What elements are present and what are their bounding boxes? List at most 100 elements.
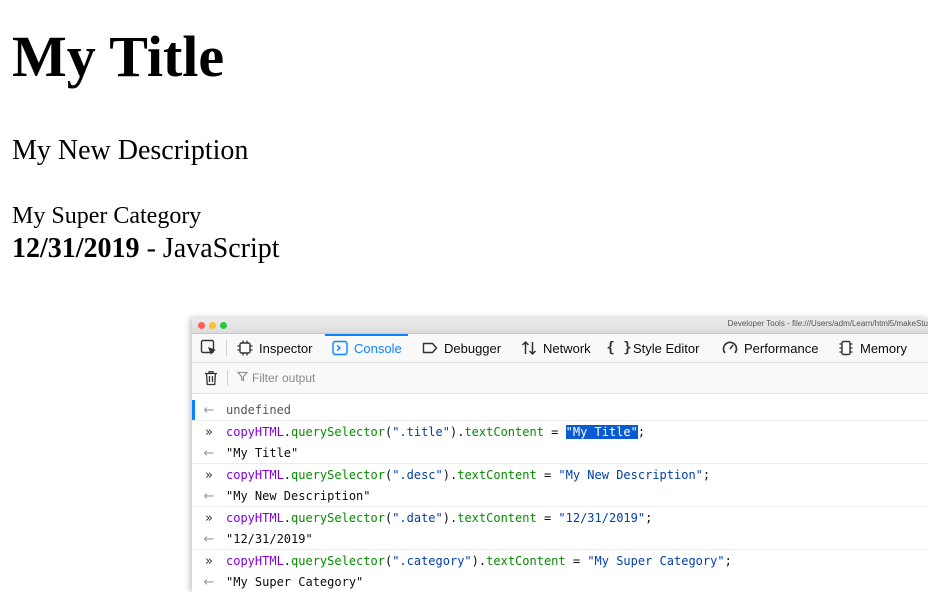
code-punct: ( <box>384 554 393 568</box>
maximize-window-button[interactable] <box>220 322 227 329</box>
window-title: Developer Tools - file:///Users/adm/Lear… <box>727 319 928 328</box>
code-method: querySelector <box>291 554 385 568</box>
code-punct: ) <box>442 468 450 482</box>
console-result-row: ← "My New Description" <box>192 485 928 507</box>
selected-row-marker <box>192 400 195 420</box>
filter-icon <box>236 371 249 385</box>
code-punct: ; <box>645 511 653 525</box>
input-prompt-icon: » <box>205 467 213 483</box>
output-arrow-icon: ← <box>203 488 215 504</box>
code-operator: = <box>536 511 559 525</box>
output-arrow-icon: ← <box>203 445 215 461</box>
code-string: ".title" <box>392 425 450 439</box>
code-string: "My New Description" <box>558 468 703 482</box>
tab-label: Style Editor <box>633 340 700 356</box>
result-value: "My New Description" <box>226 489 371 503</box>
tab-debugger[interactable]: Debugger <box>421 334 501 362</box>
debugger-icon <box>421 340 439 356</box>
console-result-row: ← "My Title" <box>192 442 928 464</box>
inspector-icon <box>236 340 254 356</box>
console-result-row: ← "My Super Category" <box>192 571 928 592</box>
code-punct: . <box>450 468 458 482</box>
console-toolbar <box>192 363 928 394</box>
code-punct: . <box>478 554 487 568</box>
tab-label: Debugger <box>444 340 502 356</box>
code-object: copyHTML <box>226 425 284 439</box>
console-output[interactable]: ← undefined » copyHTML. querySelector(".t… <box>192 394 928 592</box>
code-punct: ; <box>702 468 711 482</box>
tab-memory[interactable]: Memory <box>837 334 907 362</box>
tab-label: Inspector <box>259 340 313 356</box>
tab-console[interactable]: Console <box>325 334 408 362</box>
code-property: textContent <box>457 468 537 482</box>
tab-label: Network <box>543 340 591 356</box>
code-string: ".category" <box>392 554 472 568</box>
tab-style-editor[interactable]: { } Style Editor <box>606 334 700 362</box>
console-icon <box>331 340 349 356</box>
code-punct: ) <box>449 425 458 439</box>
toolbar-separator <box>227 370 228 386</box>
input-prompt-icon: » <box>205 424 213 440</box>
code-punct: . <box>450 511 458 525</box>
console-input-row[interactable]: » copyHTML. querySelector(".title"). textC… <box>192 420 928 443</box>
output-arrow-icon: ← <box>203 574 215 590</box>
output-arrow-icon: ← <box>203 402 215 418</box>
minimize-window-button[interactable] <box>209 322 216 329</box>
code-punct: ( <box>384 468 393 482</box>
code-punct: . <box>283 468 292 482</box>
network-icon <box>520 340 538 356</box>
close-window-button[interactable] <box>198 322 205 329</box>
clear-console-trash-icon[interactable] <box>203 370 219 386</box>
code-method: querySelector <box>291 468 385 482</box>
code-object: copyHTML <box>226 511 284 525</box>
page-topic: JavaScript <box>162 233 280 264</box>
input-prompt-icon: » <box>205 553 213 569</box>
filter-output-input[interactable] <box>252 368 552 388</box>
tab-label: Console <box>354 340 402 356</box>
code-operator: = <box>543 425 566 439</box>
code-punct: ( <box>384 425 393 439</box>
style-editor-icon: { } <box>606 340 632 356</box>
page-description: My New Description <box>12 135 249 166</box>
code-property: textContent <box>464 425 544 439</box>
code-method: querySelector <box>291 511 385 525</box>
console-input-row[interactable]: » copyHTML. querySelector(".category"). te… <box>192 549 928 572</box>
code-string: "12/31/2019" <box>558 511 646 525</box>
result-value: "My Title" <box>226 446 299 460</box>
console-result-row: ← undefined <box>192 399 928 421</box>
console-result-row: ← "12/31/2019" <box>192 528 928 550</box>
code-operator: = <box>565 554 588 568</box>
console-input-row[interactable]: » copyHTML. querySelector(".desc"). textCo… <box>192 463 928 486</box>
performance-icon <box>721 340 739 356</box>
result-value: undefined <box>226 403 292 417</box>
code-punct: ; <box>724 554 732 568</box>
tab-label: Memory <box>860 340 907 356</box>
tab-inspector[interactable]: Inspector <box>236 334 312 362</box>
code-object: copyHTML <box>226 468 284 482</box>
result-value: "12/31/2019" <box>226 532 313 546</box>
tab-performance[interactable]: Performance <box>721 334 818 362</box>
page-dateline: 12/31/2019 - JavaScript <box>12 232 280 266</box>
code-string-selected: "My Title" <box>565 425 638 439</box>
date-separator: - <box>139 233 163 264</box>
memory-icon <box>837 340 855 356</box>
tab-network[interactable]: Network <box>520 334 591 362</box>
result-value: "My Super Category" <box>226 575 364 589</box>
page-date: 12/31/2019 <box>12 233 140 264</box>
code-method: querySelector <box>291 425 385 439</box>
code-string: ".date" <box>392 511 443 525</box>
code-punct: . <box>457 425 465 439</box>
devtools-tabbar: Inspector Console Debugger Network { } S… <box>192 334 928 363</box>
code-object: copyHTML <box>226 554 284 568</box>
window-titlebar: Developer Tools - file:///Users/adm/Lear… <box>192 318 928 334</box>
input-prompt-icon: » <box>205 510 213 526</box>
page-title: My Title <box>12 24 225 89</box>
code-punct: ) <box>471 554 479 568</box>
output-arrow-icon: ← <box>203 531 215 547</box>
tab-separator <box>226 340 227 356</box>
element-picker-icon[interactable] <box>200 339 218 357</box>
code-punct: ) <box>442 511 450 525</box>
console-input-row[interactable]: » copyHTML. querySelector(".date"). textCo… <box>192 506 928 529</box>
code-property: textContent <box>486 554 566 568</box>
code-punct: ( <box>384 511 393 525</box>
